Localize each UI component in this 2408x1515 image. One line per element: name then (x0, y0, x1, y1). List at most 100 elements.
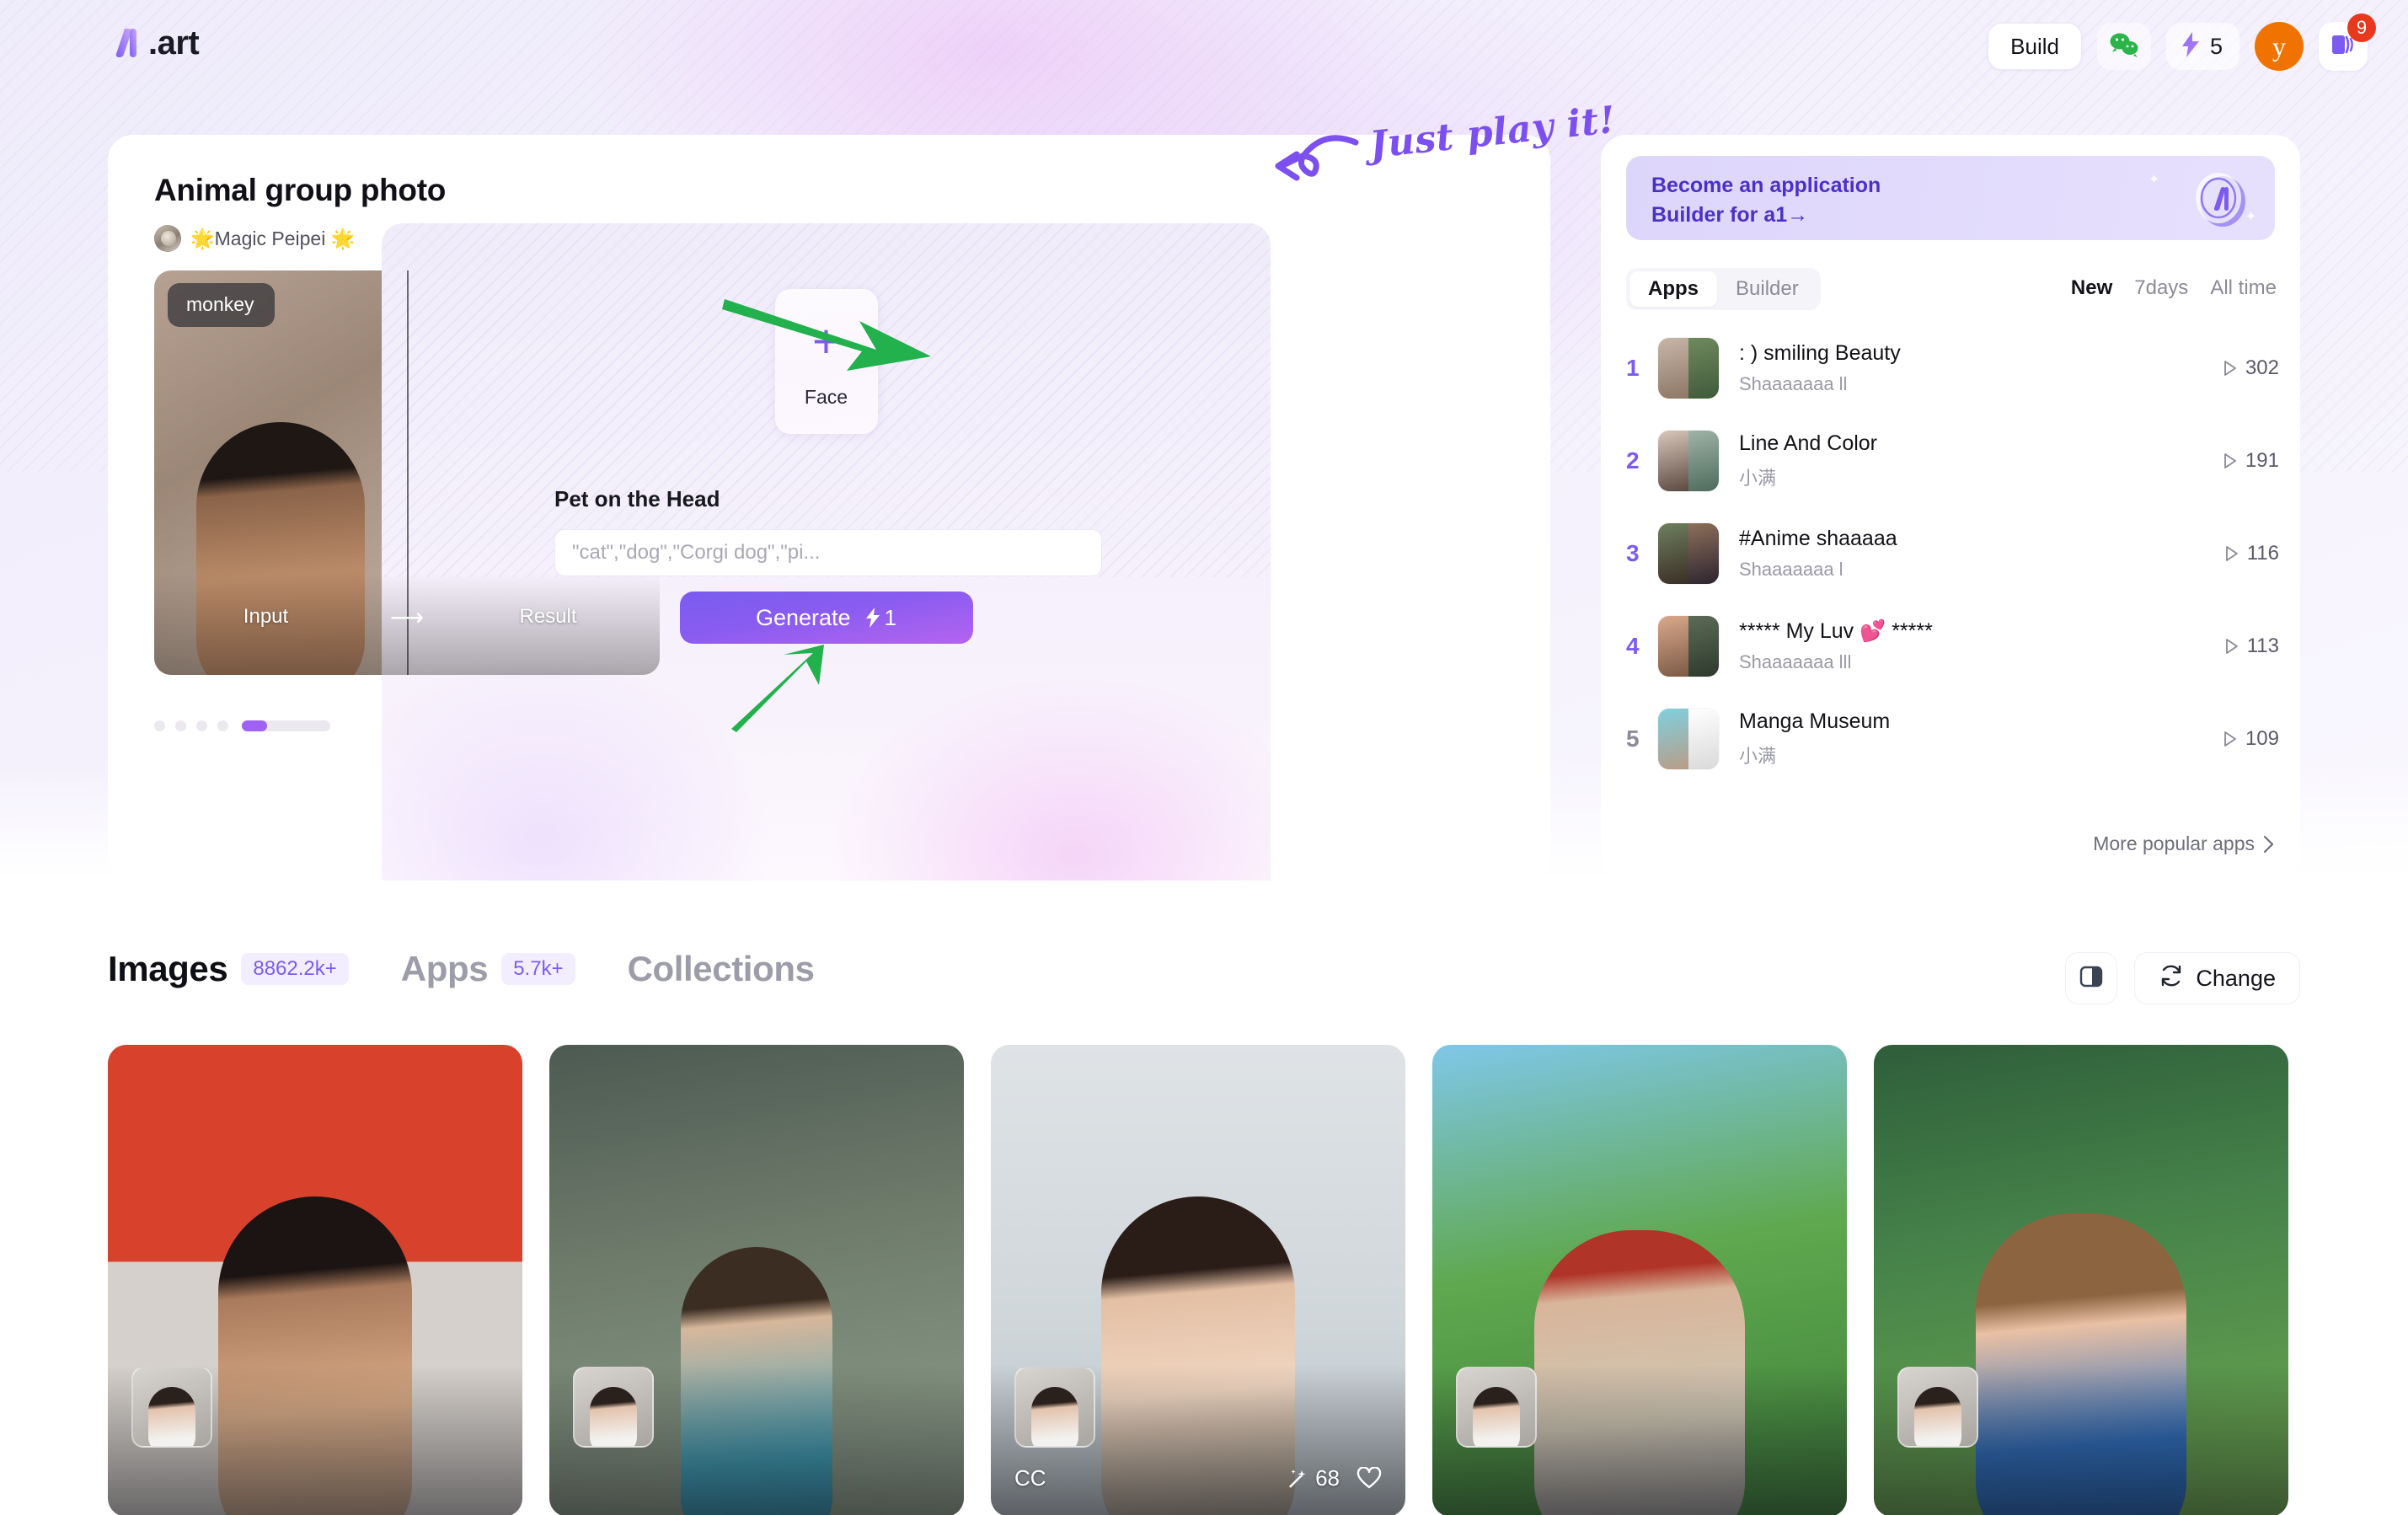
generate-cost: 1 (864, 605, 896, 631)
carousel-progress[interactable] (154, 720, 330, 731)
app-meta: : ) smiling Beauty Shaaaaaaa ll (1739, 341, 2206, 395)
app-name: ***** My Luv 💕 ***** (1739, 619, 1933, 643)
carousel-dot[interactable] (217, 720, 228, 731)
brand-logo[interactable]: .art (108, 24, 200, 62)
carousel-scroll-thumb[interactable] (242, 720, 267, 731)
app-plays: 302 (2206, 356, 2279, 380)
face-upload-button[interactable]: + Face (774, 289, 878, 434)
tab-collections[interactable]: Collections (628, 949, 815, 989)
content-tabs-row: Images 8862.2k+ Apps 5.7k+ Collections C… (0, 927, 2408, 1028)
carousel-dot[interactable] (196, 720, 207, 731)
compare-arrow-icon: ⟶ (389, 603, 425, 630)
filter-new[interactable]: New (2071, 276, 2112, 300)
gallery-card[interactable] (1432, 1045, 1847, 1515)
app-name: : ) smiling Beauty (1739, 341, 1901, 365)
app-author: Shaaaaaaa lll (1739, 651, 1852, 672)
segment-apps[interactable]: Apps (1629, 271, 1717, 307)
popular-apps-list: 1 : ) smiling Beauty Shaaaaaaa ll 302 2 … (1626, 322, 2279, 785)
app-rank: 3 (1626, 540, 1640, 566)
top-bar-actions: Build 5 y 9 (1988, 0, 2388, 93)
content-browser: Images 8862.2k+ Apps 5.7k+ Collections C… (0, 927, 2408, 1515)
app-meta: Manga Museum 小满 (1739, 709, 2206, 768)
user-avatar[interactable]: y (2255, 22, 2304, 71)
chevron-right-icon (2263, 835, 2274, 853)
wechat-button[interactable] (2096, 23, 2151, 70)
app-author: Shaaaaaaa ll (1739, 373, 1848, 394)
app-root: .art Build 5 y 9 Animal group photo 🌟Mag… (0, 0, 2408, 1515)
list-item[interactable]: 2 Line And Color 小满 191 (1626, 415, 2279, 507)
filter-7days[interactable]: 7days (2134, 276, 2188, 300)
lightning-bolt-icon (865, 608, 880, 628)
build-button[interactable]: Build (1988, 23, 2082, 70)
split-pane-icon (2079, 964, 2104, 993)
app-author: Shaaaaaaa l (1739, 559, 1843, 580)
app-meta: Line And Color 小满 (1739, 431, 2206, 490)
app-plays-count: 109 (2245, 727, 2279, 750)
gallery-card-name: CC (1014, 1465, 1046, 1491)
gallery-card[interactable]: CC 68 (991, 1045, 1405, 1515)
gallery-card-source-thumb (1014, 1367, 1095, 1448)
app-thumbnail (1658, 616, 1719, 677)
result-label: Result (519, 605, 577, 628)
builder-promo-banner[interactable]: Become an application Builder for a1→ ✦ … (1626, 156, 2275, 240)
notifications-button[interactable]: 9 (2319, 13, 2376, 71)
app-plays-count: 116 (2246, 542, 2279, 565)
top-navigation-bar: .art Build 5 y 9 (0, 0, 2408, 93)
a1-logo-icon (108, 24, 147, 62)
content-tabs: Images 8862.2k+ Apps 5.7k+ Collections (108, 949, 867, 989)
a1-coin-icon (2184, 164, 2253, 233)
magic-wand-icon (1289, 1469, 1306, 1488)
change-button-label: Change (2196, 965, 2276, 991)
author-name: 🌟Magic Peipei 🌟 (190, 227, 356, 249)
tab-apps-label: Apps (400, 949, 489, 988)
app-plays-count: 191 (2245, 449, 2279, 472)
list-item[interactable]: 1 : ) smiling Beauty Shaaaaaaa ll 302 (1626, 322, 2279, 415)
prompt-field-label: Pet on the Head (554, 486, 720, 511)
carousel-scroll-track[interactable] (242, 720, 330, 731)
heart-outline-icon (1357, 1467, 1382, 1489)
gallery-card[interactable] (108, 1045, 522, 1515)
gallery-card-generations[interactable]: 68 (1286, 1465, 1340, 1491)
carousel-dot[interactable] (154, 720, 165, 731)
list-item[interactable]: 3 #Anime shaaaaa Shaaaaaaa l 116 (1626, 507, 2279, 600)
gallery-card[interactable] (549, 1045, 964, 1515)
list-item[interactable]: 5 Manga Museum 小满 109 (1626, 693, 2279, 785)
builder-promo-text: Become an application Builder for a1→ (1651, 174, 1881, 227)
layout-toggle-button[interactable] (2065, 952, 2118, 1004)
gallery-card-like-button[interactable] (1357, 1467, 1382, 1490)
gallery-card-source-thumb (1897, 1367, 1978, 1448)
change-button[interactable]: Change (2134, 952, 2300, 1004)
plus-icon: + (812, 313, 840, 367)
credits-value: 5 (2209, 33, 2223, 59)
tab-apps[interactable]: Apps 5.7k+ (401, 949, 575, 989)
more-popular-apps-label: More popular apps (2093, 832, 2255, 854)
generate-button[interactable]: Generate 1 (679, 592, 973, 644)
generate-button-label: Generate (755, 604, 851, 630)
app-thumbnail (1658, 523, 1719, 584)
more-popular-apps-link[interactable]: More popular apps (2093, 832, 2275, 855)
play-triangle-icon (2225, 546, 2238, 561)
app-rank: 2 (1626, 447, 1640, 474)
app-author: 小满 (1739, 746, 1777, 767)
app-author: 小满 (1739, 468, 1777, 489)
filter-all-time[interactable]: All time (2210, 276, 2277, 300)
app-thumbnail (1658, 338, 1719, 399)
brand-logo-text: .art (148, 24, 200, 62)
play-triangle-icon (2224, 361, 2236, 376)
carousel-dot[interactable] (175, 720, 186, 731)
featured-app-card: Animal group photo 🌟Magic Peipei 🌟 monke… (108, 135, 1550, 881)
prompt-input[interactable] (554, 529, 1102, 576)
tab-images[interactable]: Images 8862.2k+ (108, 949, 349, 989)
tab-collections-label: Collections (627, 949, 815, 988)
tab-apps-count: 5.7k+ (501, 953, 575, 985)
app-meta: ***** My Luv 💕 ***** Shaaaaaaa lll (1739, 619, 2207, 673)
app-thumbnail (1658, 431, 1719, 491)
segment-builder[interactable]: Builder (1717, 271, 1817, 307)
play-triangle-icon (2224, 731, 2236, 747)
gallery-card-source-thumb (573, 1367, 654, 1448)
list-item[interactable]: 4 ***** My Luv 💕 ***** Shaaaaaaa lll 113 (1626, 600, 2279, 693)
app-plays: 113 (2207, 634, 2279, 658)
credits-button[interactable]: 5 (2165, 23, 2239, 70)
gallery-card[interactable] (1874, 1045, 2288, 1515)
popular-apps-panel: Become an application Builder for a1→ ✦ … (1601, 135, 2300, 881)
